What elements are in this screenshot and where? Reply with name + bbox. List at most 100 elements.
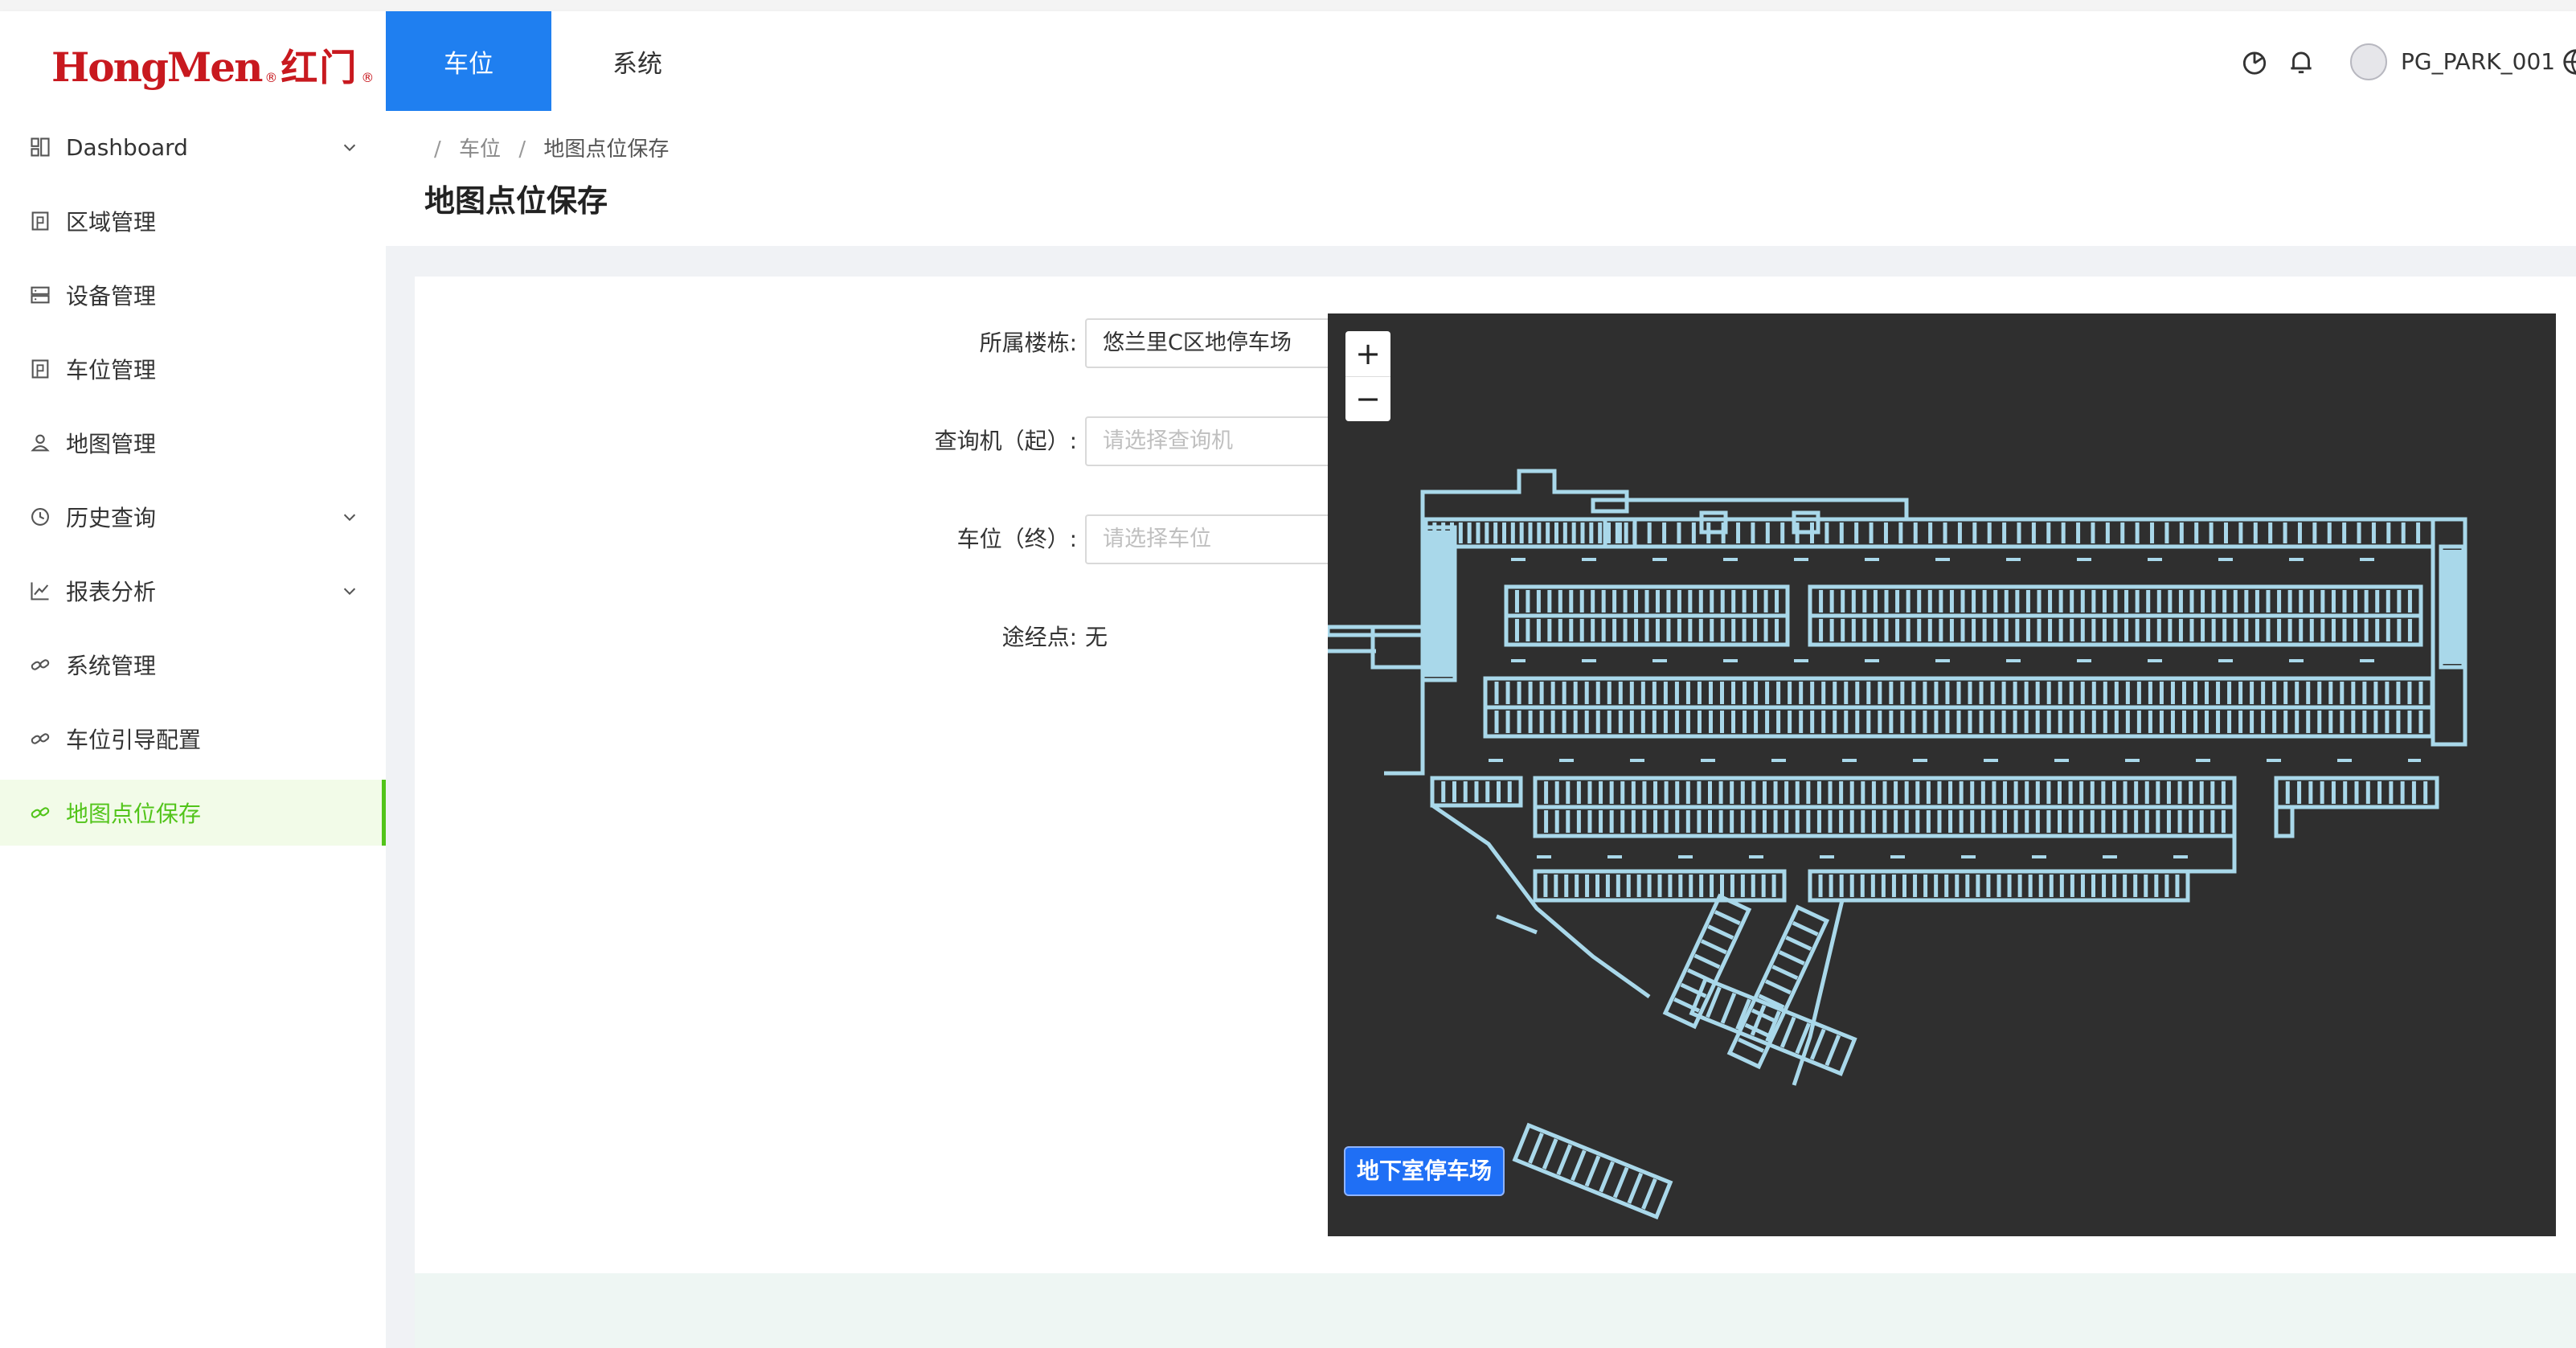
parking-map[interactable]: + − 地下室停车场 [1328, 313, 2556, 1236]
line-chart-icon [31, 582, 49, 600]
row-end [2274, 805, 2295, 838]
sidebar-item-label: 报表分析 [66, 579, 157, 605]
area-icon [31, 211, 49, 231]
chevron-down-icon [343, 514, 356, 522]
stall-divider [1707, 924, 1734, 940]
sidebar-item-dashboard[interactable]: Dashboard [0, 114, 386, 180]
waypoint-value: 无 [1085, 624, 1108, 650]
wall-step [2185, 836, 2237, 900]
stall-divider [1792, 920, 1819, 936]
sidebar-item-label: 系统管理 [66, 653, 157, 679]
bottom-strip [415, 1273, 2576, 1348]
sidebar-item-label: 车位引导配置 [66, 727, 202, 753]
link-icon [31, 733, 50, 744]
wall-lower-left [1384, 683, 1425, 776]
logo-text-cn: 红门 [281, 46, 358, 89]
tab-system[interactable]: 系统 [555, 11, 720, 111]
stall-divider [1785, 935, 1812, 951]
sidebar-item-system[interactable]: 系统管理 [0, 632, 386, 698]
breadcrumb-separator: / [434, 137, 441, 162]
kiosk-label: 查询机（起）: [934, 428, 1077, 454]
sidebar-item-label: 车位管理 [66, 357, 157, 383]
wall-left [1328, 519, 1425, 683]
floor-switch-button[interactable]: 地下室停车场 [1345, 1148, 1504, 1194]
angled-parking-block [1726, 904, 1830, 1070]
parking-floor-plan[interactable] [1328, 313, 2556, 1236]
hongmen-logo: HongMen ® 红门 ® [51, 42, 377, 90]
building-label: 所属楼栋: [979, 330, 1077, 356]
chevron-down-icon [343, 144, 356, 152]
breadcrumb-separator: / [518, 137, 526, 162]
sidebar-item-map-point-save[interactable]: 地图点位保存 [0, 780, 386, 846]
tab-system-label: 系统 [612, 49, 662, 79]
sidebar-item-label: 设备管理 [66, 283, 157, 309]
stall-divider [1714, 910, 1741, 926]
sidebar-item-label: 地图管理 [66, 431, 157, 457]
zoom-out-button[interactable]: − [1345, 376, 1390, 421]
tab-parking[interactable]: 车位 [386, 11, 551, 111]
kiosk-select-placeholder: 请选择查询机 [1103, 428, 1233, 453]
breadcrumb-link-parking[interactable]: 车位 [459, 137, 501, 162]
angled-parking-block [1662, 893, 1752, 1030]
building-select-value: 悠兰里C区地停车场 [1103, 330, 1292, 355]
breadcrumb-current: 地图点位保存 [543, 137, 670, 162]
stall-divider [1599, 1161, 1615, 1193]
page-title: 地图点位保存 [424, 183, 608, 219]
wall-top [1420, 469, 1909, 522]
sidebar-item-report[interactable]: 报表分析 [0, 558, 386, 624]
sidebar-item-map[interactable]: 地图管理 [0, 410, 386, 476]
zoom-in-button[interactable]: + [1345, 331, 1390, 377]
page-header: / 车位 / 地图点位保存 地图点位保存 [386, 111, 2576, 246]
dashboard-icon [31, 137, 50, 157]
sidebar-item-history[interactable]: 历史查询 [0, 484, 386, 550]
angled-parking-block [1689, 976, 1857, 1076]
top-strip [0, 0, 2576, 11]
globe-icon[interactable] [2561, 47, 2576, 77]
stall-divider [1751, 1008, 1778, 1024]
stall-divider [1720, 992, 1737, 1024]
stall-divider [1556, 1144, 1573, 1176]
username[interactable]: PG_PARK_001 [2401, 47, 2555, 77]
stall-divider [1771, 965, 1799, 981]
stall-divider [1528, 1132, 1544, 1164]
parking-space-icon [31, 359, 49, 379]
wall-segment [1496, 914, 1538, 935]
stall-divider [1824, 1035, 1841, 1067]
stall-divider [1779, 1016, 1796, 1048]
link-icon [31, 807, 50, 818]
sidebar-item-guidance[interactable]: 车位引导配置 [0, 706, 386, 772]
stall-divider [1700, 939, 1727, 955]
stall-divider [1809, 1028, 1826, 1060]
stall-divider [1542, 1138, 1558, 1170]
stall-divider [1627, 1172, 1644, 1204]
sidebar-item-area[interactable]: 区域管理 [0, 188, 386, 254]
server-icon [31, 286, 50, 304]
space-select-placeholder: 请选择车位 [1103, 526, 1211, 551]
zoom-control: + − [1345, 331, 1390, 421]
stall-divider [1641, 1178, 1657, 1210]
waypoint-label: 途经点: [1001, 624, 1077, 650]
logo-reg-mark: ® [264, 70, 278, 85]
stall-divider [1571, 1149, 1587, 1182]
user-map-icon [31, 434, 50, 452]
sidebar-item-label: 区域管理 [66, 209, 157, 236]
avatar[interactable] [2350, 43, 2387, 80]
sidebar: Dashboard 区域管理 设备管理 车位管理 地图管理 历史查询 报表分析 … [0, 111, 386, 1348]
sidebar-item-label: Dashboard [66, 133, 188, 161]
stall-divider [1764, 979, 1792, 995]
bell-icon[interactable] [2286, 47, 2316, 77]
sidebar-item-label: 地图点位保存 [66, 801, 202, 827]
chevron-down-icon [343, 588, 356, 596]
dashboard-chart-icon[interactable] [2239, 47, 2270, 77]
stall-divider [1693, 953, 1721, 969]
stall-divider [1687, 968, 1714, 984]
logo-reg-mark-cn: ® [361, 70, 375, 85]
sidebar-item-device[interactable]: 设备管理 [0, 262, 386, 328]
top-header: HongMen ® 红门 ® 车位 系统 PG_PARK_001 [0, 11, 2576, 111]
angled-parking-block [1512, 1122, 1673, 1220]
sidebar-item-parking-space[interactable]: 车位管理 [0, 336, 386, 402]
space-label: 车位（终）: [956, 526, 1077, 552]
stall-divider [1584, 1155, 1601, 1187]
tab-parking-label: 车位 [444, 49, 493, 79]
link-icon [31, 659, 50, 670]
